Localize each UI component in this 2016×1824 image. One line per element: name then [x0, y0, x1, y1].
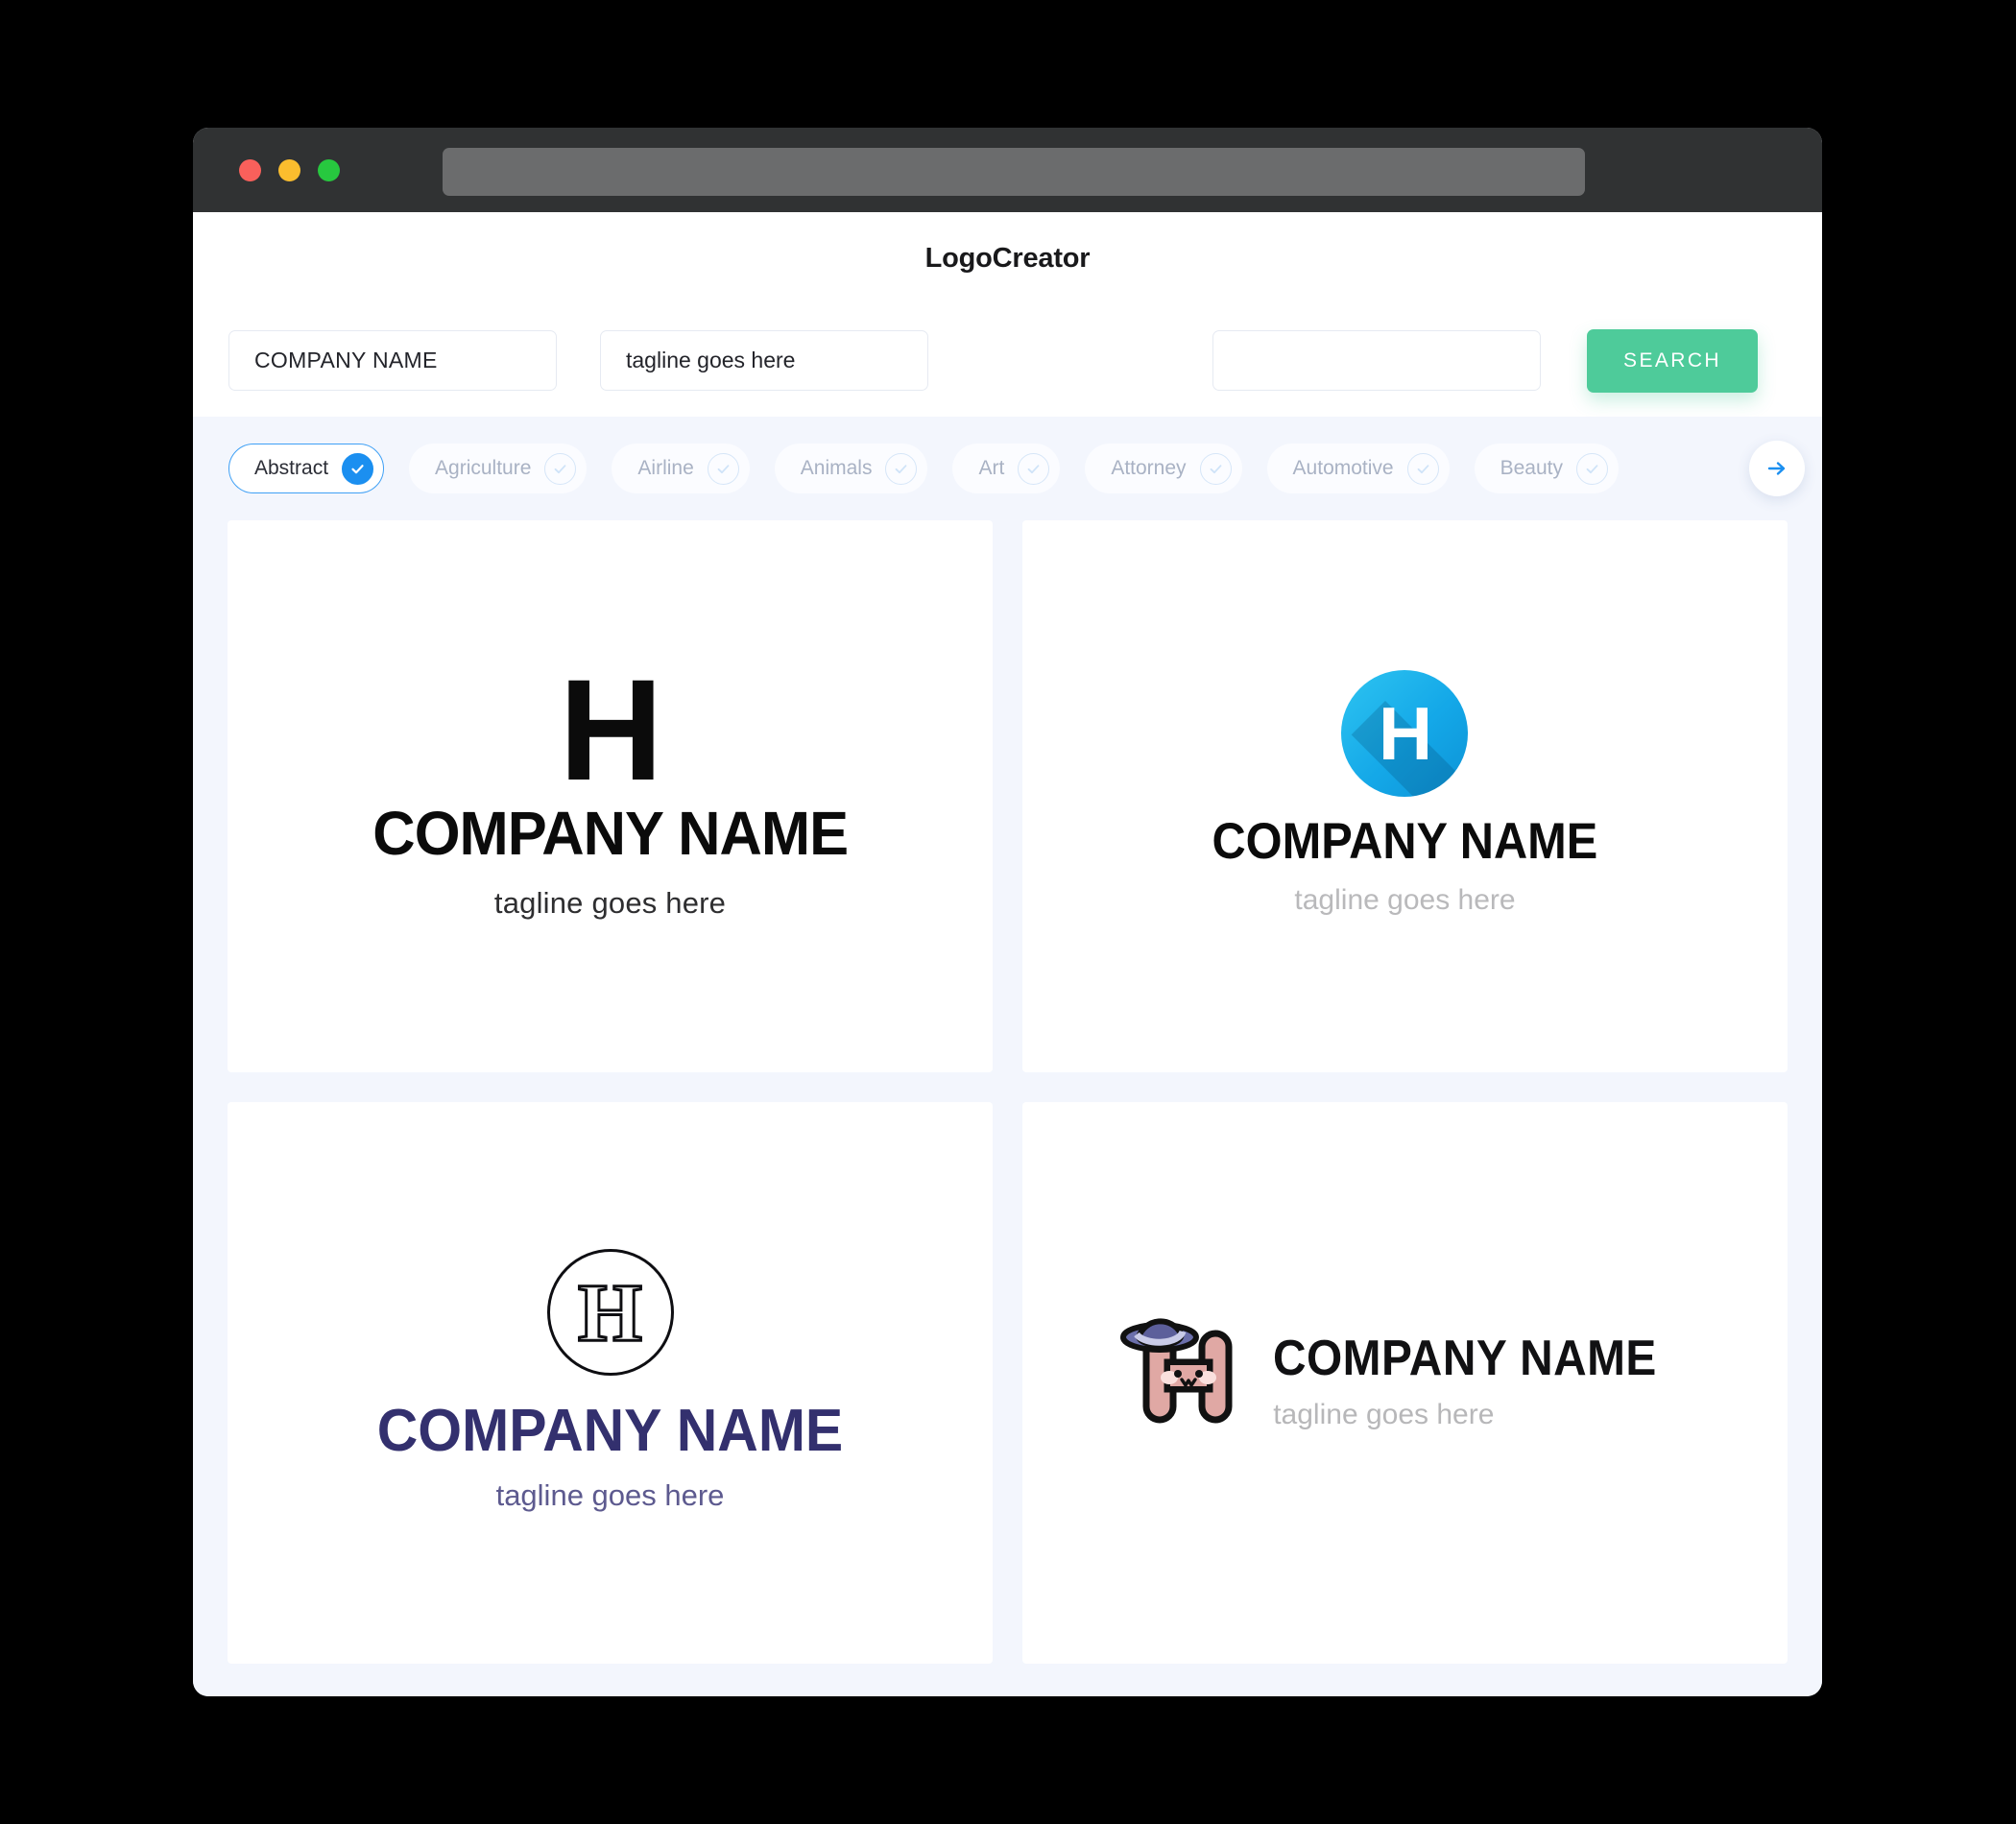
- check-circle-icon: [707, 452, 739, 485]
- logo-tagline: tagline goes here: [1273, 1399, 1495, 1431]
- check-circle-icon: [1576, 452, 1608, 485]
- character-h-with-hat-icon: [1120, 1318, 1233, 1424]
- logo-tagline: tagline goes here: [493, 886, 727, 921]
- check-circle-icon: [885, 452, 918, 485]
- chip-label: Abstract: [254, 457, 329, 479]
- logo-tagline: tagline goes here: [1294, 883, 1516, 916]
- circle-outline-icon: H: [546, 1248, 674, 1376]
- logo-initial: H: [577, 1265, 644, 1358]
- close-window-button[interactable]: [239, 158, 261, 181]
- category-chip-abstract[interactable]: Abstract: [228, 444, 385, 493]
- category-chip-beauty[interactable]: Beauty: [1474, 444, 1619, 493]
- page-title: LogoCreator: [924, 242, 1091, 274]
- tagline-input[interactable]: tagline goes here: [600, 330, 928, 391]
- logo-results-grid: H COMPANY NAME tagline goes here H COMPA…: [193, 520, 1822, 1696]
- check-circle-icon: [1199, 452, 1232, 485]
- logo-card-2[interactable]: H COMPANY NAME tagline goes here: [1022, 520, 1788, 1072]
- keyword-input[interactable]: [1212, 330, 1541, 391]
- logo-preview-bold-block: H COMPANY NAME tagline goes here: [363, 649, 857, 921]
- browser-titlebar: [193, 128, 1822, 212]
- logo-company-name: COMPANY NAME: [376, 1397, 844, 1464]
- chip-label: Art: [978, 457, 1005, 479]
- category-chip-attorney[interactable]: Attorney: [1085, 444, 1242, 493]
- chip-label: Airline: [637, 457, 694, 479]
- maximize-window-button[interactable]: [318, 158, 340, 181]
- category-chip-airline[interactable]: Airline: [612, 444, 750, 493]
- logo-company-name: COMPANY NAME: [372, 799, 849, 869]
- logo-preview-outline-crest: H COMPANY NAME tagline goes here: [365, 1248, 855, 1513]
- browser-window: LogoCreator COMPANY NAME tagline goes he…: [193, 128, 1822, 1696]
- app-header: LogoCreator: [193, 212, 1822, 304]
- logo-initial: H: [559, 649, 662, 811]
- check-circle-icon: [1018, 452, 1050, 485]
- categories-next-button[interactable]: [1749, 441, 1805, 496]
- minimize-window-button[interactable]: [278, 158, 300, 181]
- check-circle-icon: [544, 452, 577, 485]
- search-toolbar: COMPANY NAME tagline goes here SEARCH: [193, 304, 1822, 417]
- category-chip-automotive[interactable]: Automotive: [1266, 444, 1450, 493]
- logo-card-1[interactable]: H COMPANY NAME tagline goes here: [228, 520, 993, 1072]
- logo-company-name: COMPANY NAME: [1273, 1331, 1658, 1387]
- search-button[interactable]: SEARCH: [1587, 328, 1758, 393]
- logo-card-3[interactable]: H COMPANY NAME tagline goes here: [228, 1101, 993, 1664]
- category-chip-animals[interactable]: Animals: [774, 444, 928, 493]
- category-filter-bar: Abstract Agriculture Airline Animals Art…: [193, 417, 1822, 520]
- address-bar[interactable]: [443, 148, 1585, 196]
- chip-label: Beauty: [1500, 457, 1563, 479]
- check-circle-icon: [342, 452, 374, 485]
- window-controls: [239, 158, 340, 181]
- logo-company-name: COMPANY NAME: [1212, 812, 1598, 870]
- logo-preview-character: COMPANY NAME tagline goes here: [1119, 1308, 1691, 1452]
- logo-text-block: COMPANY NAME tagline goes here: [1273, 1330, 1691, 1431]
- logo-card-4[interactable]: COMPANY NAME tagline goes here: [1022, 1101, 1788, 1664]
- chip-label: Attorney: [1111, 457, 1187, 479]
- logo-tagline: tagline goes here: [495, 1477, 725, 1512]
- logo-initial: H: [1378, 690, 1432, 776]
- category-chip-agriculture[interactable]: Agriculture: [409, 444, 588, 493]
- arrow-right-icon: [1767, 462, 1786, 475]
- chip-label: Automotive: [1292, 457, 1394, 479]
- category-chip-art[interactable]: Art: [952, 444, 1061, 493]
- logo-preview-blue-circle: H COMPANY NAME tagline goes here: [1195, 669, 1615, 917]
- circle-badge-icon: H: [1341, 669, 1469, 797]
- company-name-input[interactable]: COMPANY NAME: [228, 330, 557, 391]
- screenshot-stage: LogoCreator COMPANY NAME tagline goes he…: [0, 0, 2016, 1824]
- chip-label: Animals: [800, 457, 873, 479]
- check-circle-icon: [1406, 452, 1439, 485]
- chip-label: Agriculture: [435, 457, 532, 479]
